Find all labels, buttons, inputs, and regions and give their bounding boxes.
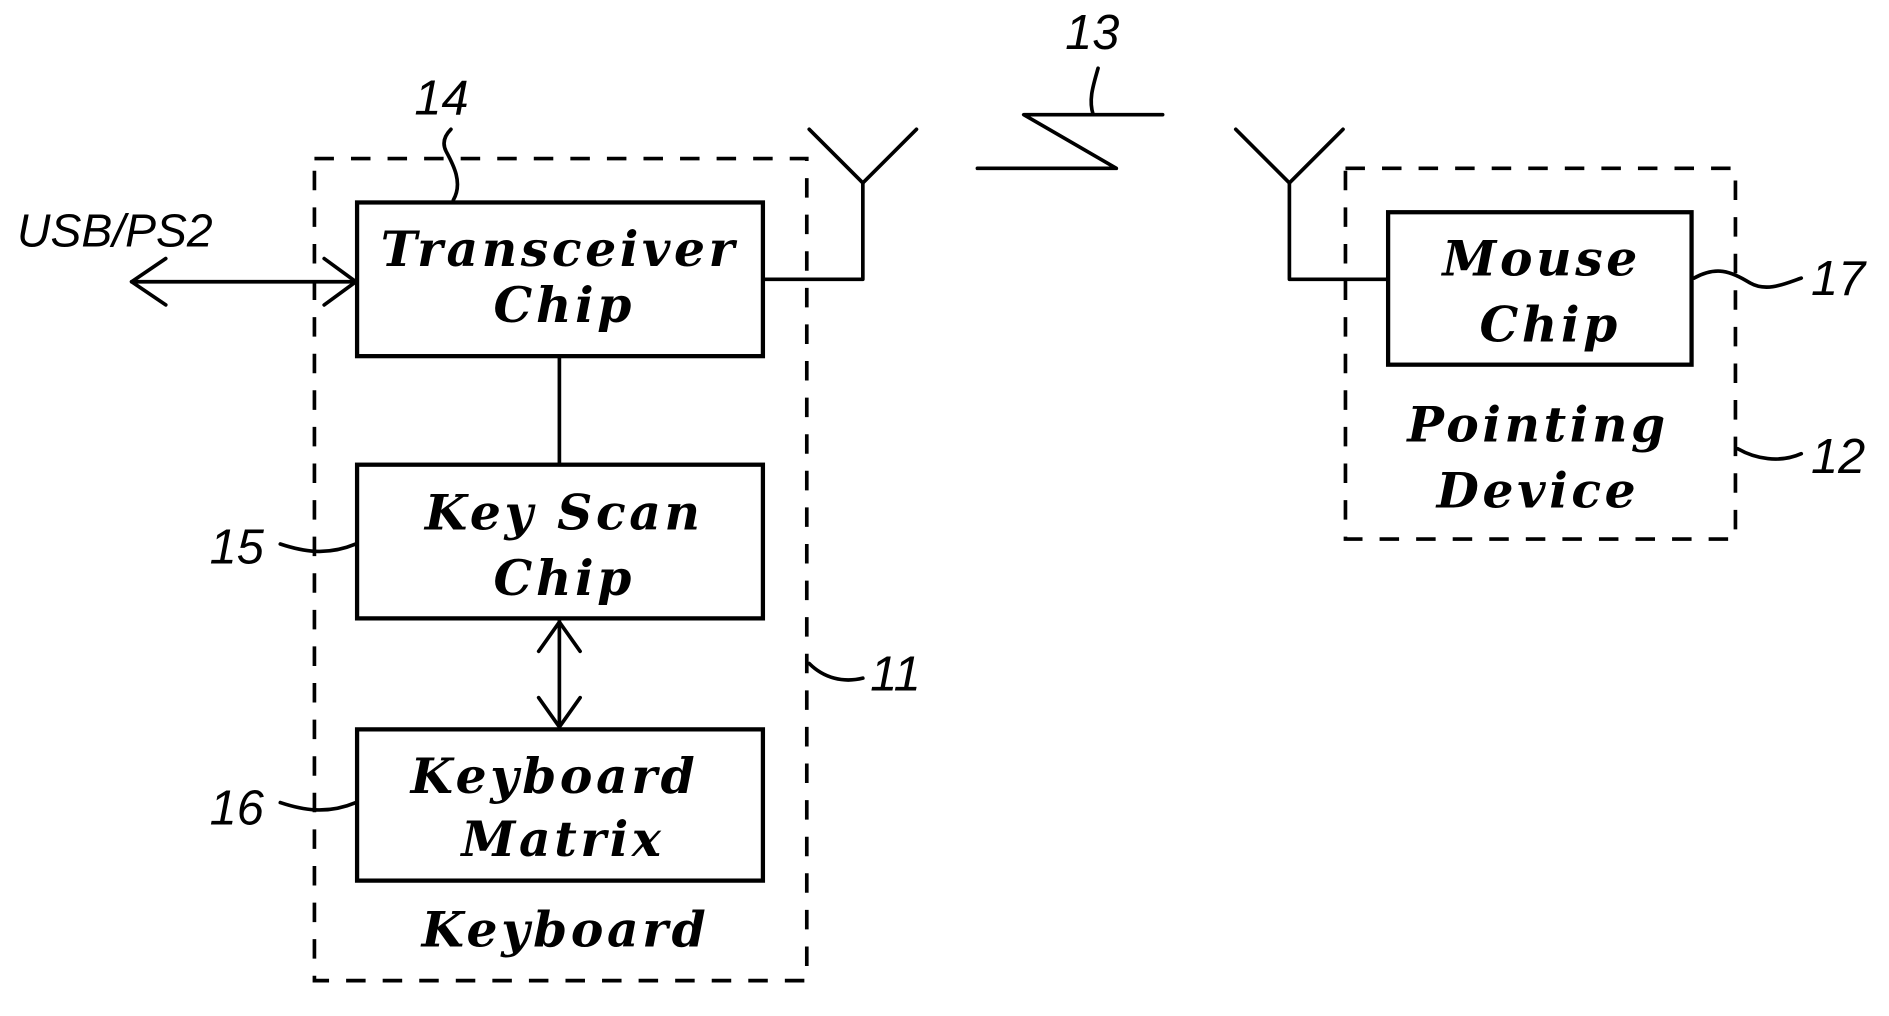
key-scan-ref: 15 <box>210 520 265 574</box>
transceiver-chip-label-2: Chip <box>494 277 635 334</box>
mouse-antenna-icon <box>1233 127 1345 185</box>
key-scan-chip-label-2: Chip <box>494 550 635 607</box>
wireless-link-ref: 13 <box>1065 6 1119 60</box>
mouse-chip-ref-leader <box>1692 269 1804 289</box>
wireless-link-leader <box>1089 66 1100 117</box>
keyboard-antenna-icon <box>807 127 919 185</box>
pointing-device-label-1: Pointing <box>1405 397 1669 454</box>
keyboard-ref-leader <box>807 661 865 682</box>
pointing-device-label-2: Device <box>1435 462 1640 519</box>
wireless-link-icon <box>975 112 1165 171</box>
key-scan-chip-label-1: Key Scan <box>423 484 704 541</box>
keyboard-matrix-label-1: Keyboard <box>409 748 699 805</box>
transceiver-chip-label-1: Transceiver <box>381 221 738 278</box>
matrix-ref-leader <box>278 800 358 812</box>
mouse-chip-ref: 17 <box>1811 252 1867 306</box>
keyboard-ref: 11 <box>870 647 921 701</box>
usb-ps2-label: USB/PS2 <box>17 204 213 256</box>
keyboard-matrix-label-2: Matrix <box>459 811 664 868</box>
matrix-ref: 16 <box>210 781 265 835</box>
transceiver-ref: 14 <box>414 72 468 126</box>
key-scan-ref-leader <box>278 542 358 554</box>
pointing-device-ref: 12 <box>1811 430 1865 484</box>
mouse-chip-label-2: Chip <box>1479 296 1620 353</box>
mouse-antenna-feed <box>1287 181 1390 282</box>
mouse-chip-label-1: Mouse <box>1440 231 1641 288</box>
keyboard-group-label: Keyboard <box>420 901 710 958</box>
block-diagram: Transceiver Chip Key Scan Chip Keyboard … <box>17 6 1867 983</box>
pointing-device-ref-leader <box>1736 447 1804 461</box>
transceiver-ref-leader <box>442 127 460 202</box>
keyboard-antenna-feed <box>761 181 865 282</box>
